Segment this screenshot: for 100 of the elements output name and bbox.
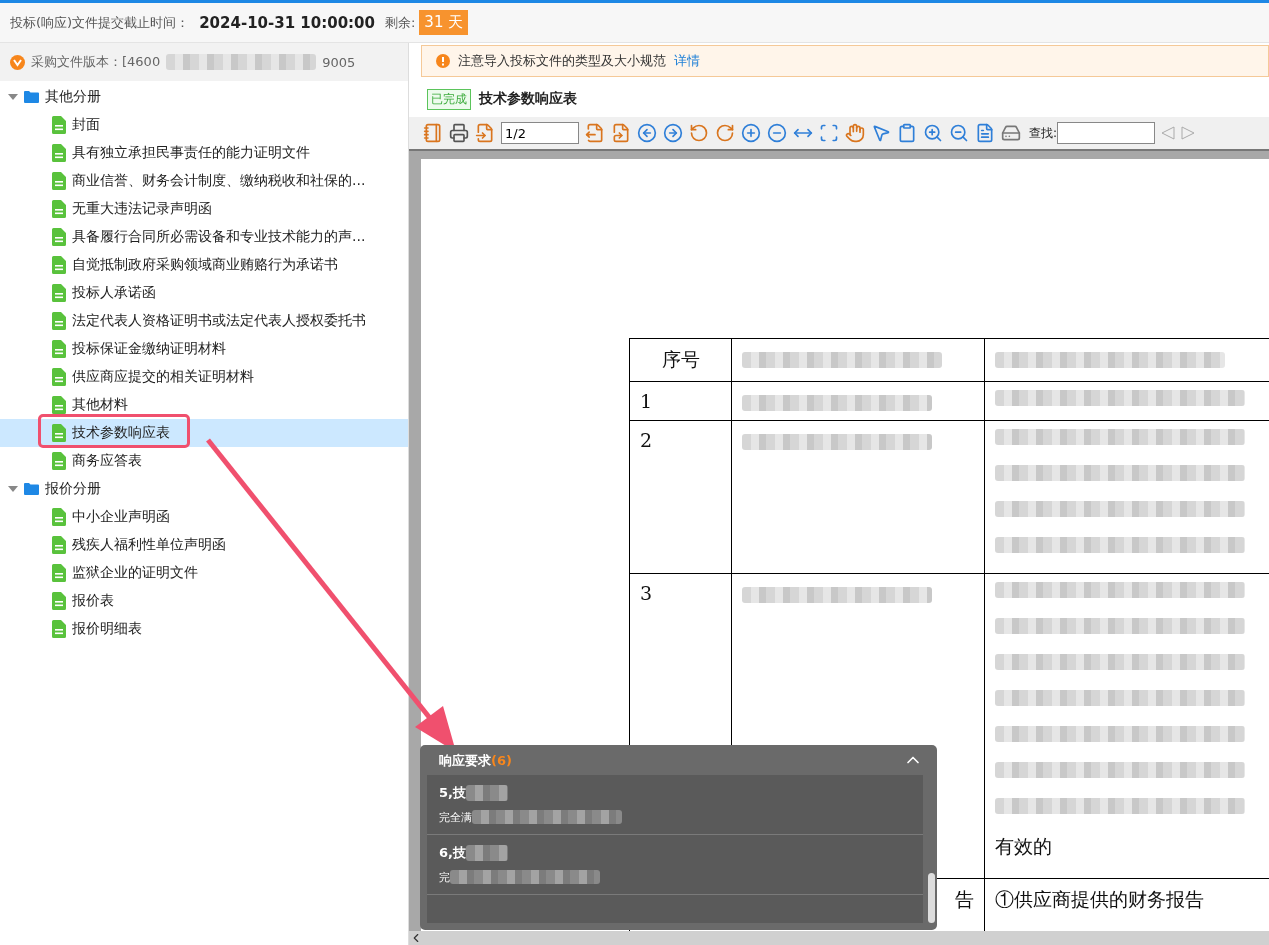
item-label: 商务应答表 [72,452,142,470]
table-cell: 序号 [629,338,732,382]
tree-item[interactable]: 中小企业声明函 [0,503,408,531]
document-icon [52,172,66,190]
item-label: 监狱企业的证明文件 [72,564,198,582]
tree-item[interactable]: 监狱企业的证明文件 [0,559,408,587]
document-icon [52,368,66,386]
remaining-days-badge: 31 天 [419,10,469,35]
scrollbar-thumb[interactable] [928,873,935,923]
document-icon [52,284,66,302]
warning-icon [436,54,450,68]
tree-item[interactable]: 其他材料 [0,391,408,419]
document-icon [52,620,66,638]
find-label: 查找: [1029,124,1058,142]
item-label: 投标保证金缴纳证明材料 [72,340,226,358]
tree-item[interactable]: 供应商应提交的相关证明材料 [0,363,408,391]
item-label: 无重大违法记录声明函 [72,200,212,218]
requirement-item[interactable]: 5,技 完全满 [427,775,923,835]
arrow-left-icon[interactable] [637,123,657,143]
details-link[interactable]: 详情 [674,52,700,70]
tree-item[interactable]: 商务应答表 [0,447,408,475]
arrow-right-icon[interactable] [663,123,683,143]
status-badge: 已完成 [427,88,471,110]
group-label: 其他分册 [45,88,101,106]
notebook-icon[interactable] [423,123,443,143]
item-detail: 完 [439,869,450,885]
tree-item[interactable]: 无重大违法记录声明函 [0,195,408,223]
document-icon [52,536,66,554]
document-icon [52,564,66,582]
page-forward-icon[interactable] [585,123,605,143]
item-label: 中小企业声明函 [72,508,170,526]
document-icon [52,144,66,162]
tree-item[interactable]: 报价明细表 [0,615,408,643]
tree-item[interactable]: 投标人承诺函 [0,279,408,307]
rotate-right-icon[interactable] [715,123,735,143]
notice-text: 注意导入投标文件的类型及大小规范 [458,52,666,70]
drive-icon[interactable] [1001,123,1021,143]
document-icon [52,200,66,218]
zoom-out-icon[interactable] [949,123,969,143]
plus-circle-icon[interactable] [741,123,761,143]
tree-item[interactable]: 残疾人福利性单位声明函 [0,531,408,559]
rotate-left-icon[interactable] [689,123,709,143]
document-icon [52,396,66,414]
document-icon [52,228,66,246]
horizontal-scrollbar[interactable] [409,931,1269,945]
page-back-icon[interactable] [475,123,495,143]
item-label: 具有独立承担民事责任的能力证明文件 [72,144,310,162]
item-label: 自觉抵制政府采购领域商业贿赂行为承诺书 [72,256,338,274]
item-label: 法定代表人资格证明书或法定代表人授权委托书 [72,312,366,330]
fit-page-icon[interactable] [819,123,839,143]
item-label: 具备履行合同所必需设备和专业技术能力的声... [72,228,366,246]
tree-group[interactable]: 其他分册 [0,83,408,111]
caret-icon[interactable] [8,484,18,494]
item-label: 其他材料 [72,396,128,414]
item-label: 报价表 [72,592,114,610]
deadline-label: 投标(响应)文件提交截止时间： [10,13,190,32]
clipboard-icon[interactable] [897,123,917,143]
table-cell: 1 [629,381,732,421]
printer-icon[interactable] [449,123,469,143]
minus-circle-icon[interactable] [767,123,787,143]
item-label: 商业信誉、财务会计制度、缴纳税收和社保的... [72,172,366,190]
item-label: 封面 [72,116,100,134]
document-icon [52,312,66,330]
document-icon [52,592,66,610]
tree-item[interactable]: 投标保证金缴纳证明材料 [0,335,408,363]
tree-group[interactable]: 报价分册 [0,475,408,503]
item-detail: 完全满 [439,809,472,825]
tree-item[interactable]: 具备履行合同所必需设备和专业技术能力的声... [0,223,408,251]
requirement-item[interactable]: 6,技 完 [427,835,923,895]
group-label: 报价分册 [45,480,101,498]
folder-icon [24,91,39,103]
item-label: 残疾人福利性单位声明函 [72,536,226,554]
tree-item[interactable]: 商业信誉、财务会计制度、缴纳税收和社保的... [0,167,408,195]
item-label: 供应商应提交的相关证明材料 [72,368,254,386]
tree-item[interactable]: 封面 [0,111,408,139]
document-icon [52,340,66,358]
item-title: 6,技 [439,844,466,862]
item-label: 报价明细表 [72,620,142,638]
item-title: 5,技 [439,784,466,802]
remaining-label: 剩余: [384,13,416,32]
page-number-field[interactable]: 1/2 [501,122,579,144]
page-icon[interactable] [975,123,995,143]
table-cell: 2 [629,420,732,574]
table-cell-text: 有效的 [995,834,1053,859]
zoom-in-icon[interactable] [923,123,943,143]
tree-item[interactable]: 法定代表人资格证明书或法定代表人授权委托书 [0,307,408,335]
caret-icon[interactable] [8,92,18,102]
tree-item[interactable]: 报价表 [0,587,408,615]
select-cursor-icon[interactable] [871,123,891,143]
find-field[interactable] [1057,122,1156,144]
tree-item[interactable]: 技术参数响应表 [0,419,408,447]
hand-icon[interactable] [845,123,865,143]
folder-icon [24,483,39,495]
document-icon [52,452,66,470]
redacted-text [466,845,508,861]
tree-item[interactable]: 自觉抵制政府采购领域商业贿赂行为承诺书 [0,251,408,279]
tree-item[interactable]: 具有独立承担民事责任的能力证明文件 [0,139,408,167]
version-suffix: 9005 [322,54,356,70]
item-label: 投标人承诺函 [72,284,156,302]
page-last-icon[interactable] [611,123,631,143]
